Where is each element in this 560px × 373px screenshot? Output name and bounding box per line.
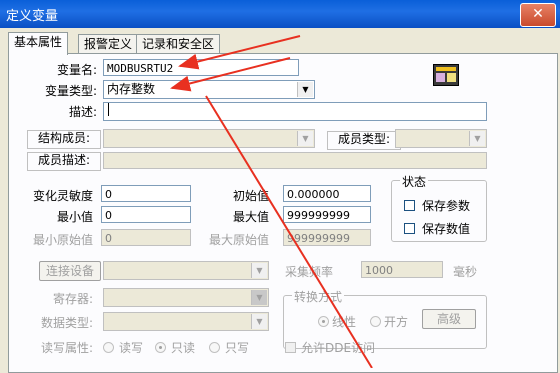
tab-basic-properties[interactable]: 基本属性 xyxy=(8,32,69,55)
min-value-input[interactable]: 0 xyxy=(101,206,191,223)
save-params-checkbox[interactable] xyxy=(404,200,415,211)
desc-input[interactable] xyxy=(103,102,487,121)
chevron-down-icon: ▼ xyxy=(251,290,267,305)
dialog-body: 基本属性 报警定义 记录和安全区 变量名: MODBUSRTU2 变量类型: 内… xyxy=(0,28,560,373)
initial-value-input[interactable]: 0.000000 xyxy=(283,185,371,202)
member-type-label: 成员类型: xyxy=(327,131,401,150)
var-type-label: 变量类型: xyxy=(44,84,97,98)
collect-freq-input: 1000 xyxy=(361,261,443,278)
member-desc-input xyxy=(103,152,487,169)
chevron-down-icon: ▼ xyxy=(297,82,313,97)
initial-value-label: 初始值 xyxy=(232,189,269,203)
min-value-label: 最小值 xyxy=(56,210,93,224)
save-values-checkbox[interactable] xyxy=(404,223,415,234)
window-title: 定义变量 xyxy=(6,9,59,24)
advanced-button[interactable]: 高级 xyxy=(422,309,476,329)
linear-radio[interactable] xyxy=(318,316,329,327)
chevron-down-icon: ▼ xyxy=(297,131,313,146)
min-raw-label: 最小原始值 xyxy=(32,233,93,247)
save-params-label: 保存参数 xyxy=(422,199,471,213)
var-type-value: 内存整数 xyxy=(107,82,156,96)
chevron-down-icon: ▼ xyxy=(251,263,267,278)
chevron-down-icon: ▼ xyxy=(251,314,267,329)
collect-freq-label: 采集频率 xyxy=(285,265,334,279)
struct-member-label: 结构成员: xyxy=(27,130,101,149)
tab-panel: 变量名: MODBUSRTU2 变量类型: 内存整数 ▼ 描述: 结构成员: ▼… xyxy=(8,53,558,373)
save-values-label: 保存数值 xyxy=(422,222,471,236)
max-raw-input: 999999999 xyxy=(283,229,371,246)
connect-device-select: ▼ xyxy=(103,261,269,280)
read-write-radio[interactable] xyxy=(103,342,114,353)
read-write-label: 读写 xyxy=(119,341,144,355)
convert-group-title: 转换方式 xyxy=(292,288,345,305)
allow-dde-label: 允许DDE访问 xyxy=(301,341,376,355)
write-only-radio[interactable] xyxy=(209,342,220,353)
chevron-down-icon: ▼ xyxy=(469,131,485,146)
register-select: ▼ xyxy=(103,288,269,307)
rw-attribute-label: 读写属性: xyxy=(40,341,93,355)
var-name-input[interactable]: MODBUSRTU2 xyxy=(103,59,299,76)
connect-device-button[interactable]: 连接设备 xyxy=(39,261,101,281)
var-type-select[interactable]: 内存整数 ▼ xyxy=(103,80,315,99)
max-value-label: 最大值 xyxy=(232,210,269,224)
member-type-select: ▼ xyxy=(395,129,487,148)
data-type-label: 数据类型: xyxy=(40,316,93,330)
ms-label: 毫秒 xyxy=(453,265,478,279)
data-type-select: ▼ xyxy=(103,312,269,331)
sqrt-radio[interactable] xyxy=(370,316,381,327)
linear-label: 线性 xyxy=(332,315,357,329)
allow-dde-checkbox[interactable] xyxy=(285,342,296,353)
var-name-label: 变量名: xyxy=(56,63,97,77)
status-group: 状态 保存参数 保存数值 xyxy=(391,173,487,242)
variable-icon xyxy=(433,64,459,86)
tab-record-security[interactable]: 记录和安全区 xyxy=(136,34,221,54)
title-bar: 定义变量 ✕ xyxy=(0,0,560,28)
read-only-radio[interactable] xyxy=(155,342,166,353)
struct-member-select: ▼ xyxy=(103,129,315,148)
read-only-label: 只读 xyxy=(171,341,196,355)
sensitivity-label: 变化灵敏度 xyxy=(32,189,93,203)
tab-alarm-definition[interactable]: 报警定义 xyxy=(78,34,139,54)
max-value-input[interactable]: 999999999 xyxy=(283,206,371,223)
sqrt-label: 开方 xyxy=(384,315,409,329)
text-cursor xyxy=(108,103,109,116)
member-desc-label: 成员描述: xyxy=(27,152,101,171)
write-only-label: 只写 xyxy=(225,341,250,355)
status-group-title: 状态 xyxy=(400,173,429,190)
max-raw-label: 最大原始值 xyxy=(208,233,269,247)
min-raw-input: 0 xyxy=(101,229,191,246)
close-button[interactable]: ✕ xyxy=(520,3,556,27)
register-label: 寄存器: xyxy=(52,292,93,306)
desc-label: 描述: xyxy=(68,105,97,119)
sensitivity-input[interactable]: 0 xyxy=(101,185,191,202)
